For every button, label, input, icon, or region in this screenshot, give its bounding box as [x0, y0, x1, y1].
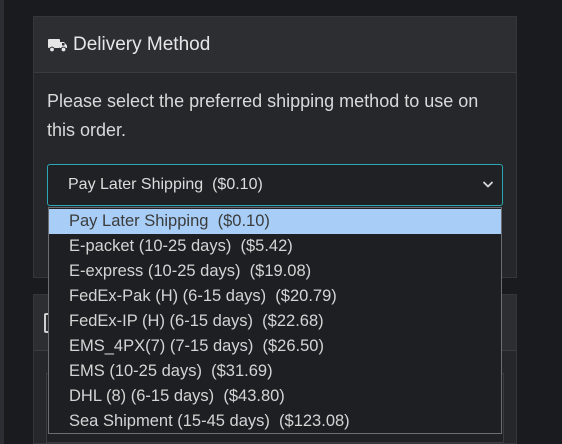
- panel-title: Delivery Method: [73, 33, 211, 55]
- panel-header: Delivery Method: [34, 17, 516, 73]
- option-fedex-ip[interactable]: FedEx-IP (H) (6-15 days) ($22.68): [49, 309, 501, 334]
- truck-icon: [48, 38, 67, 52]
- option-dhl[interactable]: DHL (8) (6-15 days) ($43.80): [49, 384, 501, 409]
- option-fedex-pak[interactable]: FedEx-Pak (H) (6-15 days) ($20.79): [49, 284, 501, 309]
- option-ems[interactable]: EMS (10-25 days) ($31.69): [49, 359, 501, 384]
- select-value: Pay Later Shipping ($0.10): [68, 176, 263, 193]
- chevron-down-icon: [482, 181, 494, 188]
- left-column-edge: [0, 0, 4, 444]
- option-pay-later[interactable]: Pay Later Shipping ($0.10): [49, 209, 501, 234]
- option-e-express[interactable]: E-express (10-25 days) ($19.08): [49, 259, 501, 284]
- shipping-method-select[interactable]: Pay Later Shipping ($0.10): [47, 164, 503, 206]
- panel-body: Please select the preferred shipping met…: [34, 73, 516, 206]
- shipping-options-list[interactable]: Pay Later Shipping ($0.10) E-packet (10-…: [48, 207, 502, 434]
- option-e-packet[interactable]: E-packet (10-25 days) ($5.42): [49, 234, 501, 259]
- option-sea-shipment[interactable]: Sea Shipment (15-45 days) ($123.08): [49, 409, 501, 434]
- option-ems-4px[interactable]: EMS_4PX(7) (7-15 days) ($26.50): [49, 334, 501, 359]
- instructions-text: Please select the preferred shipping met…: [47, 91, 479, 140]
